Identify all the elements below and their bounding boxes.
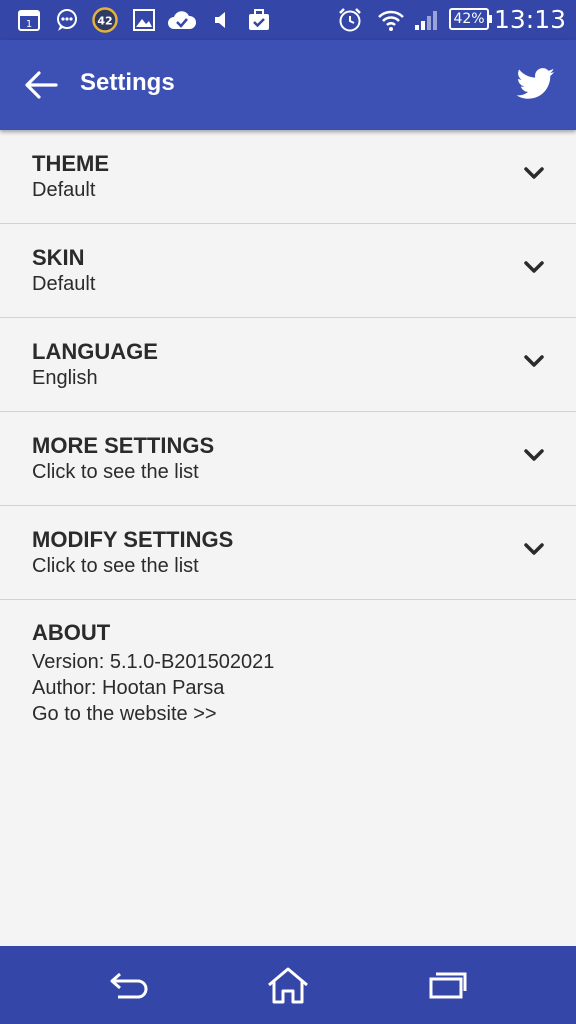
about-version: Version: 5.1.0-B201502021	[32, 651, 275, 673]
briefcase-icon	[246, 6, 272, 34]
battery-icon: 42%	[449, 8, 492, 30]
recents-icon	[429, 972, 467, 999]
back-icon	[110, 972, 148, 999]
status-time: 13:13	[493, 5, 566, 34]
about-title: ABOUT	[32, 620, 111, 645]
calendar-icon: 1	[16, 6, 42, 34]
settings-item-skin[interactable]: SKIN Default	[0, 224, 576, 318]
calendar-day-text: 1	[26, 19, 32, 30]
chat-icon	[54, 6, 80, 34]
badge-count-text: 42	[97, 15, 112, 28]
about-section: ABOUT Version: 5.1.0-B201502021 Author: …	[32, 620, 274, 727]
page-title: Settings	[80, 69, 175, 96]
settings-item-value: Default	[32, 273, 96, 295]
back-button[interactable]	[18, 62, 64, 108]
chevron-down-icon	[524, 449, 544, 461]
settings-item-value: English	[32, 367, 98, 389]
about-author: Author: Hootan Parsa	[32, 677, 225, 699]
nav-recents-button[interactable]	[418, 962, 478, 1008]
signal-icon	[412, 6, 440, 34]
settings-item-title: THEME	[32, 151, 109, 176]
settings-item-value: Default	[32, 179, 96, 201]
alarm-icon	[336, 6, 364, 34]
twitter-button[interactable]	[514, 64, 558, 104]
chevron-down-icon	[524, 167, 544, 179]
navigation-bar	[0, 946, 576, 1024]
nav-home-button[interactable]	[258, 962, 318, 1008]
app-bar: Settings	[0, 40, 576, 130]
chevron-down-icon	[524, 543, 544, 555]
status-bar: 1 42 42% 13:13	[0, 0, 576, 40]
settings-list: THEME Default SKIN Default LANGUAGE Engl…	[0, 130, 576, 600]
badge-icon: 42	[92, 6, 118, 34]
nav-back-button[interactable]	[98, 962, 158, 1008]
image-icon	[132, 6, 156, 34]
settings-item-language[interactable]: LANGUAGE English	[0, 318, 576, 412]
settings-item-title: MORE SETTINGS	[32, 433, 215, 458]
chevron-down-icon	[524, 355, 544, 367]
settings-item-title: MODIFY SETTINGS	[32, 527, 234, 552]
settings-item-title: SKIN	[32, 245, 85, 270]
website-link[interactable]: Go to the website >>	[32, 701, 274, 727]
twitter-icon	[516, 68, 555, 99]
volume-icon	[212, 6, 230, 34]
wifi-icon	[377, 6, 405, 34]
chevron-down-icon	[524, 261, 544, 273]
arrow-left-icon	[25, 71, 58, 99]
settings-item-more-settings[interactable]: MORE SETTINGS Click to see the list	[0, 412, 576, 506]
home-icon	[268, 967, 308, 1004]
settings-item-title: LANGUAGE	[32, 339, 158, 364]
settings-item-value: Click to see the list	[32, 555, 199, 577]
settings-item-theme[interactable]: THEME Default	[0, 130, 576, 224]
settings-item-modify-settings[interactable]: MODIFY SETTINGS Click to see the list	[0, 506, 576, 600]
settings-item-value: Click to see the list	[32, 461, 199, 483]
cloud-check-icon	[167, 6, 197, 34]
